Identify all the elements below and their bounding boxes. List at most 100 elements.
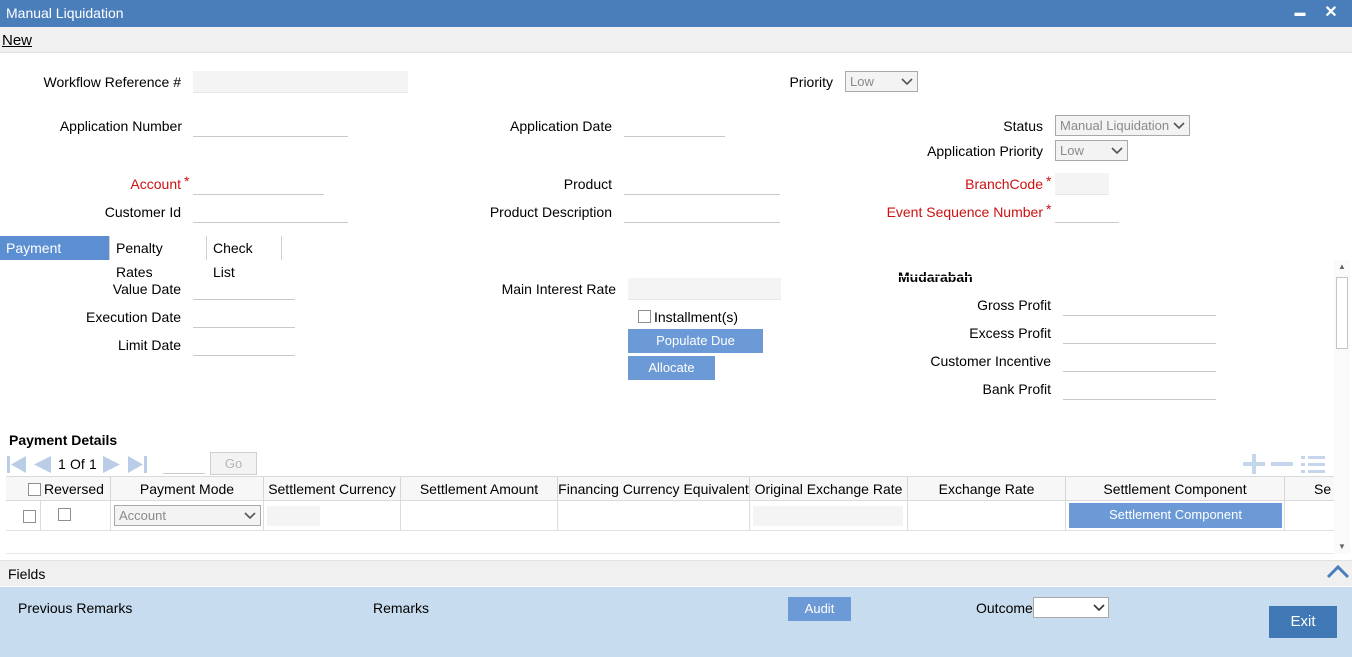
execution-date-field[interactable] — [193, 306, 295, 328]
fields-bar: Fields — [0, 560, 1352, 586]
main-interest-rate-field[interactable] — [628, 278, 781, 300]
column-header[interactable]: Exchange Rate — [908, 477, 1066, 500]
customer-id-label: Customer Id — [104, 204, 181, 220]
application-number-field[interactable] — [193, 115, 348, 137]
reversed-cell — [41, 501, 111, 530]
minimize-icon[interactable]: ▬ — [1290, 2, 1310, 24]
gross-profit-field[interactable] — [1063, 294, 1216, 316]
excess-profit-field[interactable] — [1063, 322, 1216, 344]
application-priority-select[interactable]: Low — [1055, 140, 1128, 161]
value-date-field[interactable] — [193, 278, 295, 300]
gross-profit-label: Gross Profit — [977, 297, 1051, 313]
required-marker: * — [1046, 173, 1052, 189]
column-header[interactable]: Financing Currency Equivalent — [558, 477, 750, 500]
chevron-up-icon[interactable] — [1326, 563, 1350, 582]
application-date-field[interactable] — [624, 115, 725, 137]
product-field[interactable] — [624, 173, 780, 195]
column-header[interactable]: Settlement Component — [1066, 477, 1285, 500]
customer-incentive-field[interactable] — [1063, 350, 1216, 372]
settlement-amount-cell[interactable] — [401, 501, 558, 530]
column-header[interactable]: Se — [1285, 477, 1334, 500]
menu-bar: New — [0, 27, 1352, 53]
scroll-down-icon[interactable]: ▼ — [1334, 540, 1350, 554]
exchange-rate-cell[interactable] — [908, 501, 1066, 530]
original-exchange-rate-cell — [750, 501, 908, 530]
account-field[interactable] — [193, 173, 324, 195]
event-sequence-number-label: Event Sequence Number — [886, 204, 1043, 220]
exit-button[interactable]: Exit — [1269, 606, 1337, 638]
row-select-cell — [6, 501, 41, 530]
delete-row-icon[interactable] — [1270, 454, 1294, 477]
main-interest-rate-label: Main Interest Rate — [501, 281, 616, 297]
application-priority-value: Low — [1060, 143, 1084, 158]
required-marker: * — [1046, 201, 1052, 217]
installments-label: Installment(s) — [654, 309, 739, 325]
workflow-reference-field[interactable] — [193, 71, 408, 93]
row-select-checkbox[interactable] — [23, 510, 36, 523]
application-number-label: Application Number — [59, 118, 182, 134]
mudarabah-title: Mudarabah — [898, 269, 973, 285]
scroll-up-icon[interactable]: ▲ — [1334, 260, 1350, 274]
installments-checkbox[interactable] — [638, 310, 651, 323]
outcome-select[interactable] — [1033, 597, 1109, 618]
list-view-icon[interactable] — [1300, 454, 1326, 477]
new-link[interactable]: New — [2, 32, 32, 49]
execution-date-label: Execution Date — [86, 309, 181, 325]
chevron-down-icon — [1110, 142, 1124, 159]
column-header[interactable]: Settlement Currency — [264, 477, 401, 500]
branchcode-label: BranchCode — [965, 176, 1043, 192]
populate-due-button[interactable]: Populate Due — [628, 329, 763, 353]
value-date-label: Value Date — [112, 281, 181, 297]
chevron-down-icon — [1092, 599, 1106, 619]
column-header[interactable]: Reversed — [41, 477, 111, 500]
grid-header: Reversed Payment Mode Settlement Currenc… — [6, 476, 1334, 501]
branchcode-field[interactable] — [1055, 173, 1109, 195]
close-icon[interactable]: ✕ — [1321, 2, 1341, 24]
chevron-down-icon — [900, 73, 914, 90]
previous-remarks-link[interactable]: Previous Remarks — [18, 600, 132, 616]
limit-date-label: Limit Date — [117, 337, 181, 353]
previous-page-icon[interactable] — [32, 455, 52, 477]
payment-mode-select[interactable]: Account — [114, 505, 261, 526]
tab-penalty-rates[interactable]: Penalty Rates — [110, 236, 207, 280]
window-titlebar: Manual Liquidation ▬ ✕ — [0, 0, 1352, 27]
financing-currency-equivalent-cell[interactable] — [558, 501, 750, 530]
footer-panel: Previous Remarks Remarks Audit Outcome E… — [0, 587, 1352, 657]
go-button[interactable]: Go — [210, 452, 257, 475]
column-header[interactable]: Original Exchange Rate — [750, 477, 908, 500]
status-value: Manual Liquidation — [1060, 118, 1170, 133]
product-description-field[interactable] — [624, 201, 780, 223]
vertical-scrollbar[interactable]: ▲ ▼ — [1334, 260, 1350, 554]
add-row-icon[interactable] — [1242, 454, 1266, 477]
application-date-label: Application Date — [510, 118, 612, 134]
next-page-icon[interactable] — [102, 455, 122, 477]
column-header[interactable]: Payment Mode — [111, 477, 264, 500]
original-exchange-rate-field[interactable] — [753, 506, 903, 526]
fields-label[interactable]: Fields — [8, 566, 45, 582]
status-select[interactable]: Manual Liquidation — [1055, 115, 1190, 136]
scrollbar-thumb[interactable] — [1336, 277, 1348, 349]
allocate-button[interactable]: Allocate — [628, 356, 715, 380]
settlement-currency-field[interactable] — [267, 506, 320, 526]
last-page-icon[interactable] — [126, 455, 148, 477]
outcome-label: Outcome — [976, 600, 1033, 616]
audit-button[interactable]: Audit — [788, 597, 851, 621]
settlement-currency-cell — [264, 501, 401, 530]
page-of: Of — [70, 456, 85, 472]
customer-id-field[interactable] — [193, 201, 348, 223]
bank-profit-field[interactable] — [1063, 378, 1216, 400]
first-page-icon[interactable] — [6, 455, 28, 477]
reversed-checkbox[interactable] — [58, 508, 71, 521]
remarks-link[interactable]: Remarks — [373, 600, 429, 616]
bank-profit-label: Bank Profit — [982, 381, 1051, 397]
tab-check-list[interactable]: Check List — [207, 236, 282, 280]
event-sequence-number-field[interactable] — [1055, 201, 1119, 223]
excess-profit-label: Excess Profit — [969, 325, 1051, 341]
limit-date-field[interactable] — [193, 334, 295, 356]
tab-payment-details[interactable]: Payment Details — [0, 236, 110, 280]
priority-select[interactable]: Low — [845, 71, 918, 92]
page-number-input[interactable] — [163, 454, 205, 474]
select-all-checkbox[interactable] — [28, 483, 41, 496]
settlement-component-button[interactable]: Settlement Component — [1069, 503, 1282, 528]
column-header[interactable]: Settlement Amount — [401, 477, 558, 500]
